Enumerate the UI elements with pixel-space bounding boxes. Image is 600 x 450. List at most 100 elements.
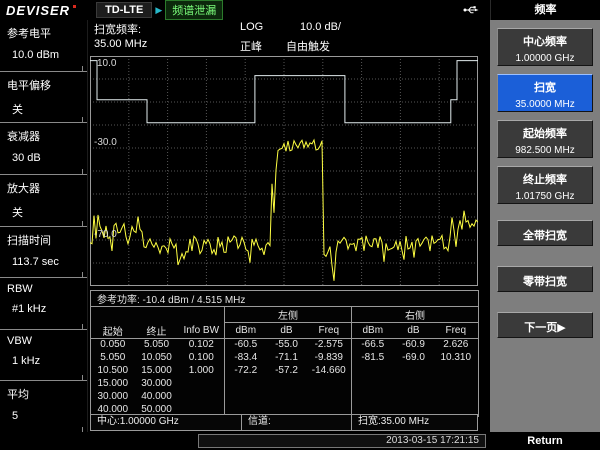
left-panel-item[interactable]: RBW#1 kHz [0, 278, 87, 330]
col-header: Info BW [179, 323, 225, 339]
center-freq-readout: 中心:1.00000 GHz [91, 415, 241, 430]
param-value: 1 kHz [7, 355, 83, 367]
softkey-label: 起始频率 [498, 125, 592, 141]
param-label: RBW [7, 283, 83, 295]
param-value: 关 [7, 101, 83, 117]
log-scale-value: 10.0 dB/ [300, 21, 341, 33]
param-label: 衰减器 [7, 128, 83, 144]
softkey-label: 下一页▶ [498, 319, 592, 335]
return-button[interactable]: Return [490, 432, 600, 450]
softkey-value: 982.500 MHz [498, 145, 592, 156]
param-label: VBW [7, 335, 83, 347]
softkey-span[interactable]: 扫宽 35.0000 MHz [497, 74, 593, 112]
topbar: DEVISER TD-LTE ▶ 频谱泄漏 [0, 0, 490, 20]
left-panel-item[interactable]: 参考电平10.0 dBm [0, 20, 87, 72]
table-cell [225, 377, 267, 390]
softkey-next-page[interactable]: 下一页▶ [497, 312, 593, 338]
table-cell [307, 377, 352, 390]
left-panel-item[interactable]: 扫描时间113.7 sec [0, 227, 87, 279]
col-header: 终止 [135, 323, 179, 339]
table-cell [434, 390, 479, 403]
col-header: Freq [434, 323, 479, 339]
param-value: 10.0 dBm [7, 49, 83, 61]
table-cell [394, 377, 434, 390]
y-axis-label-mid: -30.0 [94, 137, 117, 148]
table-cell: -72.2 [225, 364, 267, 377]
softkey-value: 35.0000 MHz [498, 99, 592, 110]
param-value: 5 [7, 410, 83, 422]
log-scale-label: LOG [240, 21, 263, 33]
table-header-row: 起始终止Info BWdBmdBFreqdBmdBFreq [91, 323, 479, 339]
table-cell: 0.050 [91, 338, 135, 351]
trigger-mode: 自由触发 [286, 38, 330, 54]
table-cell [394, 390, 434, 403]
softkey-start-frequency[interactable]: 起始频率 982.500 MHz [497, 120, 593, 158]
table-cell: -57.2 [267, 364, 307, 377]
col-header: dB [394, 323, 434, 339]
param-label: 放大器 [7, 180, 83, 196]
softkey-label: 扫宽 [498, 79, 592, 95]
table-cell: 5.050 [135, 338, 179, 351]
table-cell: 10.310 [434, 351, 479, 364]
left-panel-item[interactable]: VBW 1 kHz [0, 330, 87, 382]
col-header: Freq [307, 323, 352, 339]
softkey-zero-span[interactable]: 零带扫宽 [497, 266, 593, 292]
tab-td-lte[interactable]: TD-LTE [96, 2, 152, 18]
group-right-header: 右侧 [352, 307, 479, 323]
table-cell: 0.100 [179, 351, 225, 364]
softkey-stop-frequency[interactable]: 终止频率1.01750 GHz [497, 166, 593, 204]
table-cell: -9.839 [307, 351, 352, 364]
softkey-label: 零带扫宽 [498, 273, 592, 289]
usb-icon [463, 5, 480, 18]
footer-info-bar: 中心:1.00000 GHz 信道: 扫宽:35.00 MHz [90, 414, 478, 431]
table-ref-row: 参考功率: -10.4 dBm / 4.515 MHz [91, 291, 479, 307]
softkey-menu-title: 频率 [490, 0, 600, 20]
softkey-value: 1.01750 GHz [498, 191, 592, 202]
brand-logo: DEVISER [6, 3, 70, 18]
analyzer-screen: DEVISER TD-LTE ▶ 频谱泄漏 频率 参考电平10.0 dBm电平偏… [0, 0, 600, 450]
table-cell [394, 364, 434, 377]
group-left-header: 左侧 [225, 307, 352, 323]
col-header: dBm [352, 323, 394, 339]
left-panel-item[interactable]: 放大器关 [0, 175, 87, 227]
left-panel-item[interactable]: 平均 5 [0, 381, 87, 432]
table-cell [352, 390, 394, 403]
softkey-center-frequency[interactable]: 中心频率1.00000 GHz [497, 28, 593, 66]
table-group-row: 左侧右侧 [91, 307, 479, 323]
param-label: 平均 [7, 386, 83, 402]
table-cell: -66.5 [352, 338, 394, 351]
table-cell: -2.575 [307, 338, 352, 351]
softkey-label: 全带扫宽 [498, 227, 592, 243]
table-cell [179, 390, 225, 403]
group-spacer [91, 307, 225, 323]
table-row: 30.00040.000 [91, 390, 479, 403]
tab-arrow-icon: ▶ [155, 5, 162, 16]
table-cell: -60.5 [225, 338, 267, 351]
left-panel-item[interactable]: 衰减器 30 dB [0, 123, 87, 175]
param-value: 30 dB [7, 152, 83, 164]
table-row: 15.00030.000 [91, 377, 479, 390]
param-label: 扫描时间 [7, 232, 83, 248]
softkey-full-span[interactable]: 全带扫宽 [497, 220, 593, 246]
table-cell [352, 377, 394, 390]
sweep-freq-value: 35.00 MHz [94, 38, 147, 50]
spectrum-plot [90, 56, 478, 286]
plot-grid [90, 56, 478, 286]
ref-power: 参考功率: -10.4 dBm / 4.515 MHz [91, 291, 479, 307]
span-readout: 扫宽:35.00 MHz [351, 415, 477, 430]
table-cell: 15.000 [135, 364, 179, 377]
measurement-table: 参考功率: -10.4 dBm / 4.515 MHz左侧右侧起始终止Info … [90, 290, 479, 417]
table-cell: 30.000 [91, 390, 135, 403]
status-bar: 2013-03-15 17:21:15 [0, 432, 490, 450]
left-panel-item[interactable]: 电平偏移关 [0, 72, 87, 124]
sweep-freq-label: 扫宽频率: [94, 21, 141, 37]
tab-spectrum-leakage[interactable]: 频谱泄漏 [165, 0, 223, 20]
y-axis-label-top: 10.0 [97, 58, 116, 69]
softkey-panel: 中心频率1.00000 GHz 扫宽 35.0000 MHz 起始频率 982.500 … [490, 20, 600, 432]
y-axis-label-bottom: -70.0 [94, 229, 117, 240]
table-cell: -60.9 [394, 338, 434, 351]
table-cell [307, 390, 352, 403]
table-cell: 5.050 [91, 351, 135, 364]
datetime: 2013-03-15 17:21:15 [198, 434, 486, 448]
table-cell [434, 377, 479, 390]
